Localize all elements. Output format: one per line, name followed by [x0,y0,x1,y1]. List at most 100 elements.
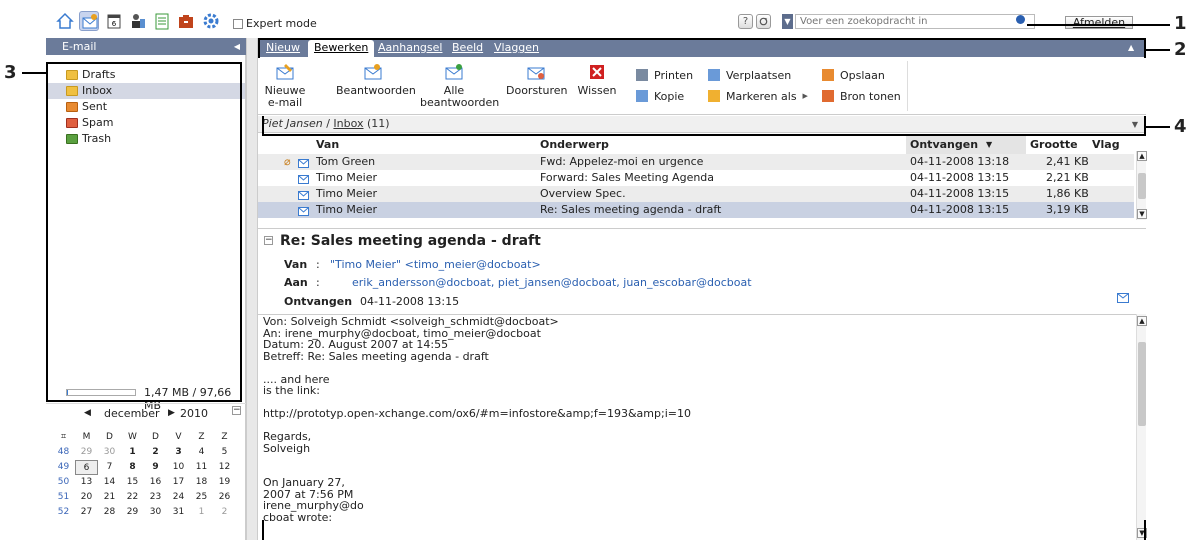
column-size[interactable]: Grootte [1030,138,1078,151]
calendar-day[interactable]: 2 [213,505,236,520]
calendar-day[interactable]: 29 [121,505,144,520]
calendar-day[interactable]: 1 [121,445,144,460]
column-subject[interactable]: Onderwerp [540,138,609,151]
calendar-day[interactable]: 27 [75,505,98,520]
panel-splitter[interactable] [246,38,258,540]
scroll-down-icon[interactable]: ▼ [1137,209,1147,219]
new-email-button[interactable]: Nieuwe e-mail [264,57,306,109]
scrollbar-thumb[interactable] [1138,342,1146,426]
envelope-icon[interactable] [1117,293,1129,306]
calendar-day[interactable]: 3 [167,445,190,460]
from-address[interactable]: "Timo Meier" <timo_meier@docboat> [330,258,541,271]
tasks-icon[interactable] [152,11,172,31]
calendar-icon[interactable]: 6 [104,11,124,31]
message-row[interactable]: Timo Meier Overview Spec. 04-11-2008 13:… [258,186,1134,202]
home-icon[interactable] [55,11,75,31]
callout-bracket-body [262,520,1146,540]
previous-month-icon[interactable]: ◀ [84,408,91,418]
column-from[interactable]: Van [316,138,339,151]
to-addresses[interactable]: erik_andersson@docboat, piet_jansen@docb… [352,276,752,289]
calendar-day[interactable]: 26 [213,490,236,505]
expert-mode-checkbox[interactable] [233,18,243,29]
calendar-day[interactable]: 15 [121,475,144,490]
search-input[interactable] [795,14,1035,29]
mark-as-button[interactable]: Markeren als ▶ [708,88,808,104]
calendar-day-today[interactable]: 6 [75,460,98,475]
calendar-day[interactable]: 2 [144,445,167,460]
calendar-day[interactable]: 8 [121,460,144,475]
search-dropdown-button[interactable]: ▼ [782,14,793,29]
search-icon[interactable] [1016,15,1025,24]
refresh-button[interactable] [756,14,771,29]
next-month-icon[interactable]: ▶ [168,408,175,418]
save-button[interactable]: Opslaan [822,67,885,83]
calendar-day[interactable]: 16 [144,475,167,490]
sort-desc-icon[interactable]: ▼ [986,140,992,149]
calendar-day[interactable]: 20 [75,490,98,505]
calendar-day[interactable]: 5 [213,445,236,460]
email-icon[interactable] [79,11,99,31]
calendar-day[interactable]: 25 [190,490,213,505]
move-button[interactable]: Verplaatsen [708,67,791,83]
collapse-calendar-icon[interactable]: − [232,406,241,415]
message-subject: Fwd: Appelez-moi en urgence [540,155,704,168]
calendar-day[interactable]: 10 [167,460,190,475]
calendar-day[interactable]: 13 [75,475,98,490]
week-number[interactable]: 52 [52,505,75,520]
infostore-icon[interactable] [176,11,196,31]
calendar-day[interactable]: 30 [98,445,121,460]
calendar-day[interactable]: 23 [144,490,167,505]
settings-icon[interactable] [201,11,221,31]
received-value: 04-11-2008 13:15 [360,295,460,308]
calendar-day[interactable]: 31 [167,505,190,520]
calendar-day[interactable]: 17 [167,475,190,490]
reply-label: Beantwoorden [336,84,416,97]
calendar-day[interactable]: 19 [213,475,236,490]
collapse-header-icon[interactable]: − [264,236,273,245]
calendar-day[interactable]: 22 [121,490,144,505]
calendar-day[interactable]: 28 [98,505,121,520]
reply-all-icon [445,64,463,80]
calendar-day[interactable]: 14 [98,475,121,490]
collapse-panel-icon[interactable]: ◀ [234,38,240,55]
calendar-day[interactable]: 4 [190,445,213,460]
week-number[interactable]: 49 [52,460,75,475]
contacts-icon[interactable] [128,11,148,31]
message-row-selected[interactable]: Timo Meier Re: Sales meeting agenda - dr… [258,202,1134,218]
reply-button[interactable]: Beantwoorden [336,57,416,97]
message-body-scrollbar[interactable]: ▲ ▼ [1136,314,1147,540]
week-number[interactable]: 50 [52,475,75,490]
week-number[interactable]: 51 [52,490,75,505]
weekday-label: W [128,432,137,442]
calendar-day[interactable]: 18 [190,475,213,490]
calendar-day[interactable]: 29 [75,445,98,460]
message-row[interactable]: Timo Meier Forward: Sales Meeting Agenda… [258,170,1134,186]
delete-button[interactable]: Wissen [574,57,620,97]
calendar-day[interactable]: 12 [213,460,236,475]
week-number[interactable]: 48 [52,445,75,460]
message-size: 3,19 KB [1046,203,1089,216]
delete-label: Wissen [577,84,617,97]
expert-mode-toggle[interactable]: Expert mode [233,17,317,30]
column-received[interactable]: Ontvangen [910,138,978,151]
reply-all-button[interactable]: Alle beantwoorden [420,57,499,109]
help-button[interactable]: ? [738,14,753,29]
forward-button[interactable]: Doorsturen [506,57,568,97]
print-button[interactable]: Printen [636,67,693,83]
calendar-day[interactable]: 24 [167,490,190,505]
scroll-up-icon[interactable]: ▲ [1137,151,1147,161]
column-flag[interactable]: Vlag [1092,138,1120,151]
calendar-day[interactable]: 30 [144,505,167,520]
calendar-day[interactable]: 9 [144,460,167,475]
show-source-button[interactable]: Bron tonen [822,88,901,104]
copy-button[interactable]: Kopie [636,88,684,104]
scrollbar-thumb[interactable] [1138,173,1146,199]
message-row[interactable]: ⌀ Tom Green Fwd: Appelez-moi en urgence … [258,154,1134,170]
scroll-up-icon[interactable]: ▲ [1137,316,1147,326]
logout-button[interactable]: Afmelden [1065,16,1133,29]
calendar-day[interactable]: 7 [98,460,121,475]
calendar-day[interactable]: 11 [190,460,213,475]
calendar-day[interactable]: 1 [190,505,213,520]
message-list-scrollbar[interactable]: ▲ ▼ [1136,151,1147,220]
calendar-day[interactable]: 21 [98,490,121,505]
